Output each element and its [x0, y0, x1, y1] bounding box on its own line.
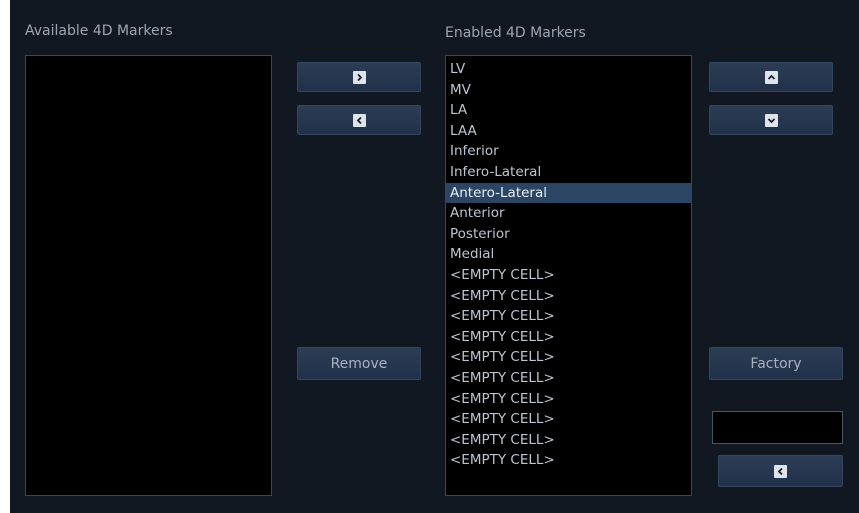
apply-back-button[interactable]	[718, 455, 843, 487]
factory-name-field[interactable]	[712, 411, 843, 444]
chevron-up-icon	[764, 70, 778, 84]
chevron-left-icon	[774, 464, 787, 478]
chevron-right-icon	[352, 70, 366, 84]
remove-marker-arrow-button[interactable]	[297, 105, 421, 135]
move-up-button[interactable]	[709, 62, 833, 92]
enabled-marker-item[interactable]: <EMPTY CELL>	[446, 389, 691, 410]
enabled-marker-item[interactable]: <EMPTY CELL>	[446, 347, 691, 368]
enabled-marker-item[interactable]: Anterior	[446, 203, 691, 224]
chevron-left-icon	[352, 113, 366, 127]
enabled-marker-item[interactable]: MV	[446, 80, 691, 101]
enabled-marker-item[interactable]: Inferior	[446, 141, 691, 162]
enabled-markers-title: Enabled 4D Markers	[445, 25, 586, 41]
enabled-markers-list[interactable]: LV MV LA LAA Inferior Infero-Lateral Antero-La…	[445, 55, 692, 496]
enabled-marker-item[interactable]: LA	[446, 100, 691, 121]
enabled-marker-item[interactable]: Posterior	[446, 224, 691, 245]
factory-button-label: Factory	[750, 355, 802, 372]
enabled-marker-item[interactable]: <EMPTY CELL>	[446, 265, 691, 286]
enabled-marker-item[interactable]: LV	[446, 59, 691, 80]
remove-button[interactable]: Remove	[297, 347, 421, 380]
factory-button[interactable]: Factory	[709, 347, 843, 380]
enabled-marker-item[interactable]: Medial	[446, 244, 691, 265]
enabled-marker-item[interactable]: <EMPTY CELL>	[446, 409, 691, 430]
enabled-marker-item[interactable]: <EMPTY CELL>	[446, 368, 691, 389]
remove-button-label: Remove	[330, 355, 388, 372]
available-markers-list[interactable]	[25, 55, 272, 496]
markers-settings-panel: Available 4D Markers Remove Enabled 4D M…	[10, 0, 859, 513]
enabled-marker-item[interactable]: <EMPTY CELL>	[446, 327, 691, 348]
enabled-marker-item[interactable]: LAA	[446, 121, 691, 142]
enabled-marker-item[interactable]: <EMPTY CELL>	[446, 306, 691, 327]
chevron-down-icon	[764, 113, 778, 127]
add-marker-button[interactable]	[297, 62, 421, 92]
enabled-marker-item[interactable]: Infero-Lateral	[446, 162, 691, 183]
enabled-marker-item[interactable]: <EMPTY CELL>	[446, 450, 691, 471]
enabled-marker-item[interactable]: <EMPTY CELL>	[446, 286, 691, 307]
available-markers-title: Available 4D Markers	[25, 23, 173, 39]
enabled-marker-item[interactable]: Antero-Lateral	[446, 182, 691, 204]
move-down-button[interactable]	[709, 105, 833, 135]
enabled-marker-item[interactable]: <EMPTY CELL>	[446, 430, 691, 451]
